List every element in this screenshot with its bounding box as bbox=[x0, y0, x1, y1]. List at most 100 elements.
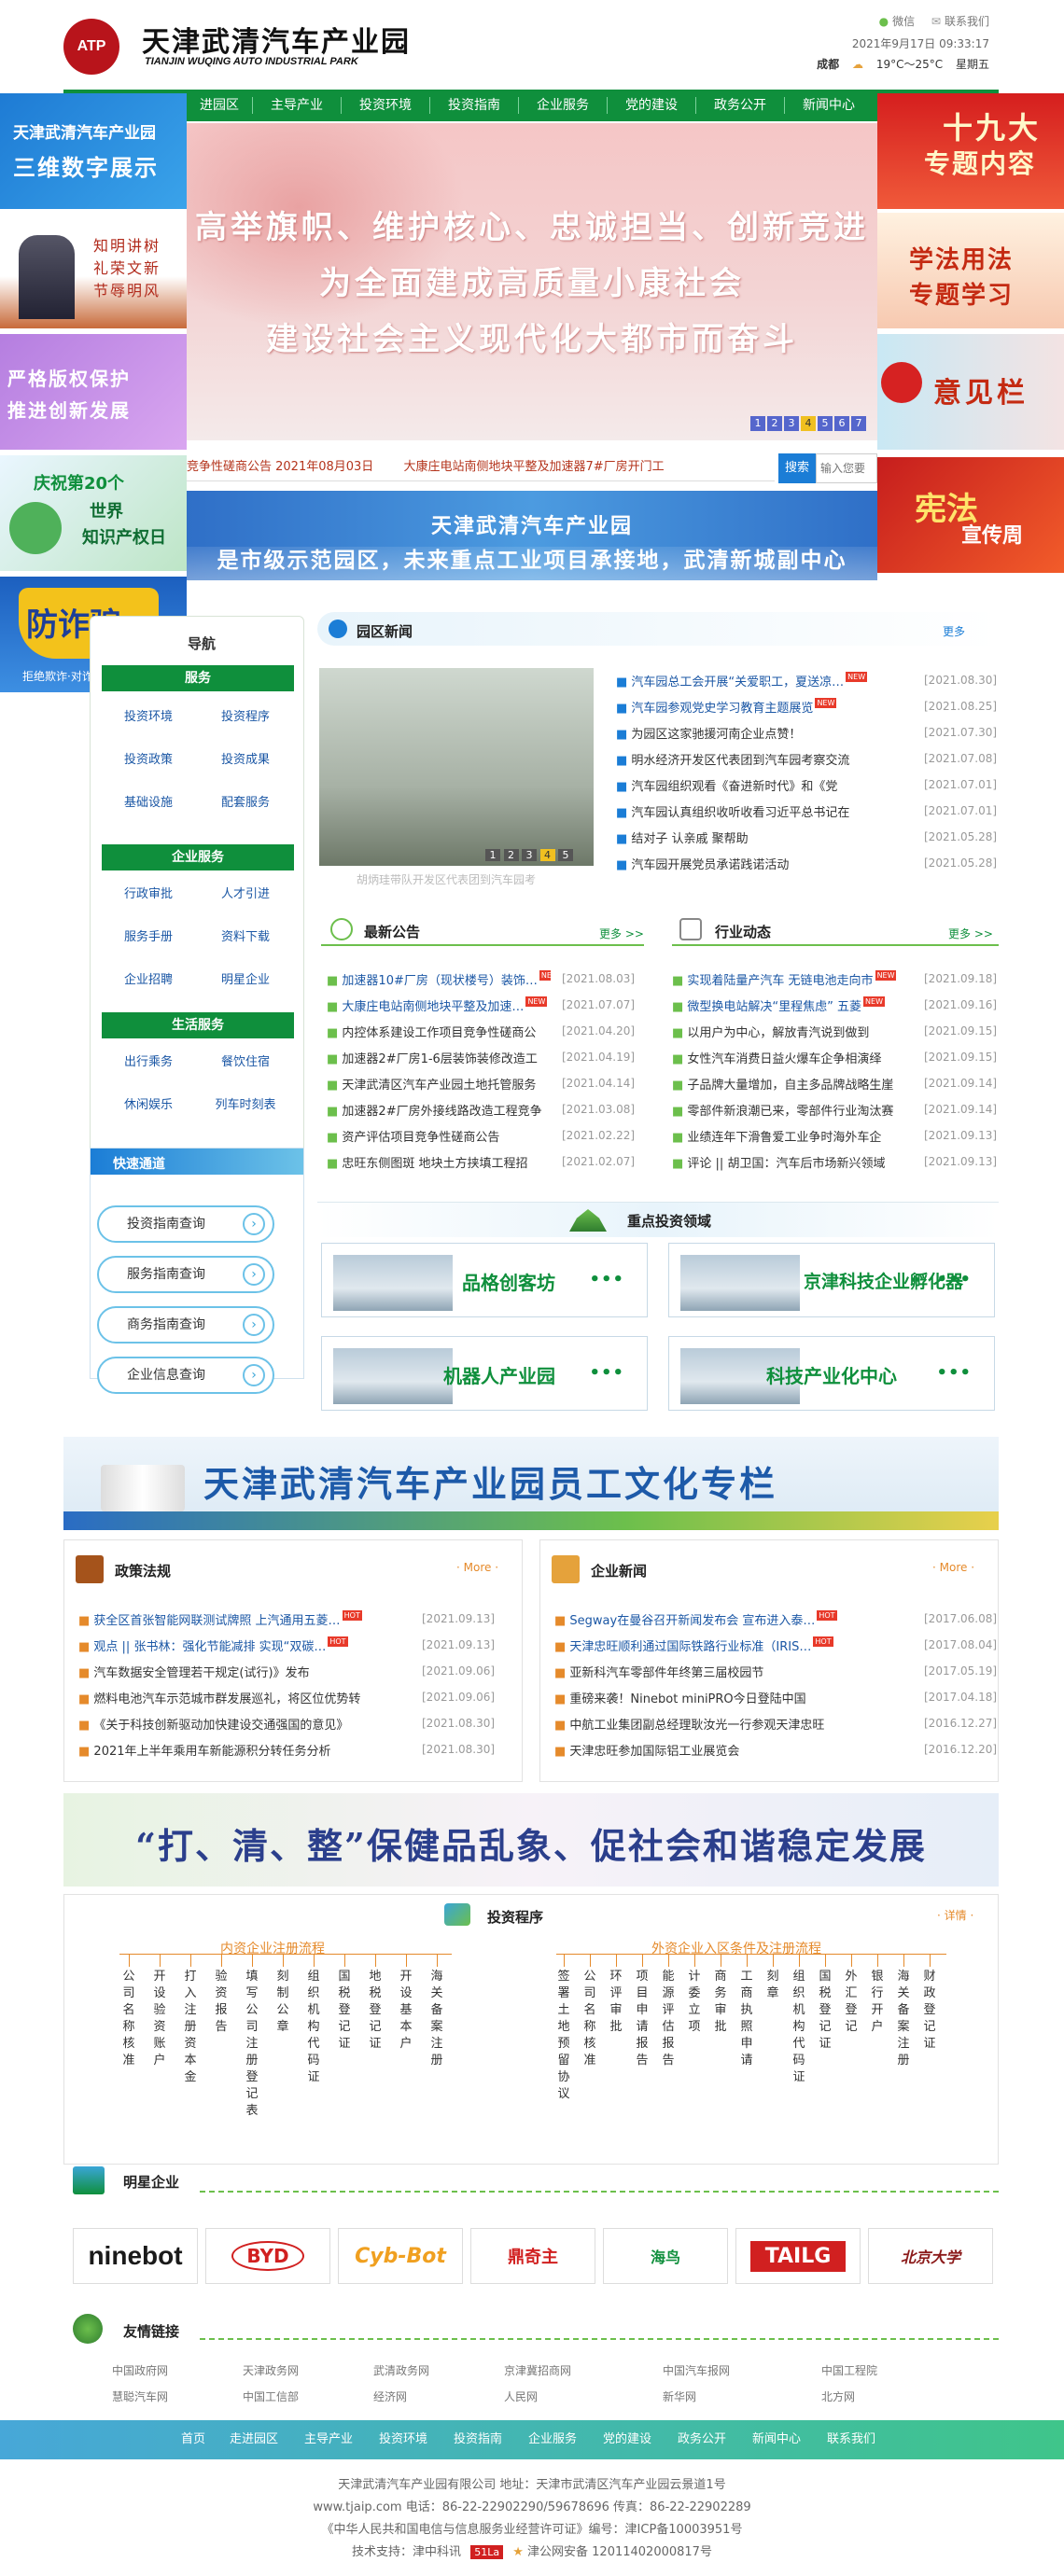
industry-item[interactable]: ■ 子品牌大量增加，自主多品牌战略生崖 bbox=[672, 1075, 896, 1093]
policy-item[interactable]: ■ 《关于科技创新驱动加快建设交通强国的意见》 bbox=[78, 1715, 396, 1733]
search-button[interactable]: 搜索 bbox=[778, 453, 816, 483]
policy-item[interactable]: ■ 获全区首张智能网联测试牌照 上汽通用五菱… HOT bbox=[78, 1610, 396, 1628]
corp-news-item[interactable]: ■ 重磅来袭！Ninebot miniPRO今日登陆中国 bbox=[554, 1689, 872, 1706]
ad-copyright[interactable]: 严格版权保护 推进创新发展 bbox=[0, 334, 187, 450]
photo-caption[interactable]: 胡炳珪带队开发区代表团到汽车园考 bbox=[357, 871, 536, 887]
guide-link[interactable]: 餐饮住宿 bbox=[199, 1048, 292, 1078]
footer-nav-item[interactable]: 党的建设 bbox=[603, 2420, 651, 2459]
banner-dot[interactable]: 1 bbox=[750, 416, 765, 431]
news-item[interactable]: ■ 结对子 认亲戚 聚帮助 bbox=[616, 828, 905, 846]
corp-news-item[interactable]: ■ 亚新科汽车零部件年终第三届校园节 bbox=[554, 1663, 872, 1680]
policy-item[interactable]: ■ 燃料电池汽车示范城市群发展巡礼，将区位优势转 bbox=[78, 1689, 396, 1706]
quick-link-enterprise[interactable]: 企业信息查询 › bbox=[97, 1357, 274, 1394]
guide-link[interactable]: 明星企业 bbox=[199, 966, 292, 996]
banner-dot[interactable]: 6 bbox=[834, 416, 849, 431]
nav-item[interactable]: 进园区 bbox=[187, 90, 252, 121]
partner-logo-pku[interactable]: 北京大学 bbox=[868, 2228, 993, 2284]
invest-area-card[interactable]: 科技产业化中心 ••• bbox=[668, 1336, 995, 1411]
industry-item[interactable]: ■ 以用户为中心，解放青汽说到做到 bbox=[672, 1023, 896, 1040]
photo-dot[interactable]: 3 bbox=[522, 849, 537, 861]
process-more[interactable]: · 详情 · bbox=[937, 1907, 973, 1923]
friend-link[interactable]: 经济网 bbox=[373, 2388, 407, 2404]
news-item[interactable]: ■ 汽车园参观党史学习教育主题展览 NEW bbox=[616, 698, 905, 716]
banner-dot[interactable]: 3 bbox=[784, 416, 799, 431]
friend-link[interactable]: 中国汽车报网 bbox=[663, 2362, 730, 2378]
notice-item[interactable]: ■ 大康庄电站南侧地块平整及加速… NEW bbox=[327, 996, 551, 1014]
nav-item[interactable]: 投资指南 bbox=[430, 90, 518, 121]
guide-link[interactable]: 投资成果 bbox=[199, 745, 292, 775]
industry-item[interactable]: ■ 业绩连年下滑鲁爱工业争时海外车企 bbox=[672, 1127, 896, 1145]
notice-item[interactable]: ■ 加速器2#厂房外接线路改造工程竞争 bbox=[327, 1101, 551, 1119]
footer-nav-item[interactable]: 投资指南 bbox=[454, 2420, 502, 2459]
banner-dot[interactable]: 5 bbox=[818, 416, 833, 431]
guide-link[interactable]: 列车时刻表 bbox=[199, 1091, 292, 1121]
photo-dot[interactable]: 1 bbox=[485, 849, 500, 861]
banner-dot[interactable]: 7 bbox=[851, 416, 866, 431]
notice-item[interactable]: ■ 天津武清区汽车产业园土地托管服务 bbox=[327, 1075, 551, 1093]
partner-logo-ninebot[interactable]: ninebot bbox=[73, 2228, 198, 2284]
notice-item[interactable]: ■ 内控体系建设工作项目竞争性磋商公 bbox=[327, 1023, 551, 1040]
friend-link[interactable]: 慧聪汽车网 bbox=[112, 2388, 168, 2404]
park-news-more[interactable]: 更多 bbox=[943, 623, 965, 639]
ad-3d-display[interactable]: 天津武清汽车产业园 三维数字展示 bbox=[0, 93, 187, 209]
quick-link-service[interactable]: 服务指南查询 › bbox=[97, 1256, 274, 1293]
news-item[interactable]: ■ 为园区这家驰援河南企业点赞！ bbox=[616, 724, 905, 742]
friend-link[interactable]: 中国工信部 bbox=[243, 2388, 299, 2404]
corp-news-item[interactable]: ■ 天津忠旺参加国际铝工业展览会 bbox=[554, 1741, 872, 1759]
footer-nav-item[interactable]: 走进园区 bbox=[230, 2420, 278, 2459]
industry-item[interactable]: ■ 实现着陆量产汽车 无链电池走向市 NEW bbox=[672, 970, 896, 988]
site-title[interactable]: 天津武清汽车产业园 bbox=[142, 19, 411, 60]
corp-news-more[interactable]: · More · bbox=[932, 1561, 974, 1574]
guide-link[interactable]: 出行乘务 bbox=[102, 1048, 195, 1078]
hero-banner[interactable]: 高举旗帜、维护核心、忠诚担当、创新竞进 为全面建成高质量小康社会 建设社会主义现… bbox=[187, 123, 877, 440]
park-news-photo[interactable] bbox=[319, 668, 594, 866]
footer-nav-item[interactable]: 新闻中心 bbox=[752, 2420, 801, 2459]
notices-more[interactable]: 更多 >> bbox=[599, 926, 644, 941]
guide-link[interactable]: 人才引进 bbox=[199, 880, 292, 910]
ad-ip-day[interactable]: 庆祝第20个 世界 知识产权日 bbox=[0, 455, 187, 571]
footer-nav-item[interactable]: 首页 bbox=[181, 2420, 205, 2459]
news-item[interactable]: ■ 汽车园开展党员承诺践诺活动 bbox=[616, 855, 905, 872]
banner-dot-active[interactable]: 4 bbox=[801, 416, 816, 431]
partner-logo-dingqizhu[interactable]: 鼎奇主 bbox=[470, 2228, 595, 2284]
photo-dot[interactable]: 2 bbox=[503, 849, 519, 861]
partner-logo-tailg[interactable]: TAILG bbox=[735, 2228, 861, 2284]
partner-logo-tree[interactable]: 海鸟 bbox=[603, 2228, 728, 2284]
photo-dot-active[interactable]: 4 bbox=[539, 849, 555, 861]
notice-item[interactable]: ■ 加速器2#厂房1-6层装饰装修改造工 bbox=[327, 1049, 551, 1066]
partner-logo-byd[interactable]: BYD bbox=[205, 2228, 330, 2284]
nav-item[interactable]: 政务公开 bbox=[696, 90, 784, 121]
nav-item[interactable]: 投资环境 bbox=[342, 90, 429, 121]
ad-opinion[interactable]: 意见栏 bbox=[877, 334, 1064, 450]
footer-nav-item[interactable]: 政务公开 bbox=[678, 2420, 726, 2459]
news-item[interactable]: ■ 汽车园认真组织收听收看习近平总书记在 bbox=[616, 802, 905, 820]
news-item[interactable]: ■ 明水经济开发区代表团到汽车园考察交流 bbox=[616, 750, 905, 768]
invest-area-card[interactable]: 品格创客坊 ••• bbox=[321, 1243, 648, 1317]
nav-item[interactable]: 企业服务 bbox=[519, 90, 607, 121]
wechat-link[interactable]: 微信 bbox=[892, 15, 915, 28]
footer-nav-item[interactable]: 主导产业 bbox=[304, 2420, 353, 2459]
guide-link[interactable]: 行政审批 bbox=[102, 880, 195, 910]
nav-item[interactable]: 新闻中心 bbox=[785, 90, 873, 121]
friend-link[interactable]: 武清政务网 bbox=[373, 2362, 429, 2378]
ticker-item[interactable]: 竞争性磋商公告 2021年08月03日 bbox=[187, 460, 373, 474]
culture-banner[interactable]: 天津武清汽车产业园员工文化专栏 bbox=[63, 1437, 999, 1530]
wechat-icon[interactable]: ● bbox=[879, 15, 889, 28]
news-item[interactable]: ■ 汽车园组织观看《奋进新时代》和《党 bbox=[616, 776, 905, 794]
corp-news-item[interactable]: ■ Segway在曼谷召开新闻发布会 宣布进入泰… HOT bbox=[554, 1610, 872, 1628]
industry-item[interactable]: ■ 零部件新浪潮已来，零部件行业淘汰赛 bbox=[672, 1101, 896, 1119]
friend-link[interactable]: 中国政府网 bbox=[112, 2362, 168, 2378]
quick-link-invest[interactable]: 投资指南查询 › bbox=[97, 1205, 274, 1243]
guide-link[interactable]: 投资程序 bbox=[199, 703, 292, 732]
stats-badge[interactable]: 51La bbox=[470, 2545, 504, 2559]
policy-item[interactable]: ■ 2021年上半年乘用车新能源积分转任务分析 bbox=[78, 1741, 396, 1759]
police-record[interactable]: 津公网安备 12011402000817号 bbox=[527, 2545, 712, 2559]
industry-more[interactable]: 更多 >> bbox=[948, 926, 993, 941]
nav-item[interactable]: 党的建设 bbox=[608, 90, 695, 121]
policy-item[interactable]: ■ 汽车数据安全管理若干规定(试行)》发布 bbox=[78, 1663, 396, 1680]
guide-link[interactable]: 配套服务 bbox=[199, 788, 292, 818]
friend-link[interactable]: 天津政务网 bbox=[243, 2362, 299, 2378]
nav-item[interactable]: 主导产业 bbox=[253, 90, 341, 121]
invest-area-card[interactable]: 京津科技企业孵化器 ••• bbox=[668, 1243, 995, 1317]
notice-item[interactable]: ■ 忠旺东侧图斑 地块土方挟填工程招 bbox=[327, 1153, 551, 1171]
